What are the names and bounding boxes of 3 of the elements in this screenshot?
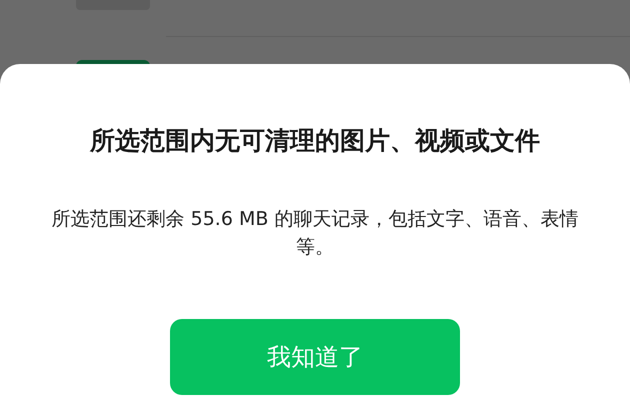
dialog-title: 所选范围内无可清理的图片、视频或文件: [88, 126, 541, 156]
ok-button[interactable]: 我知道了: [170, 319, 460, 396]
dialog-message: 所选范围还剩余 55.6 MB 的聊天记录，包括文字、语音、表情等。: [50, 207, 580, 260]
